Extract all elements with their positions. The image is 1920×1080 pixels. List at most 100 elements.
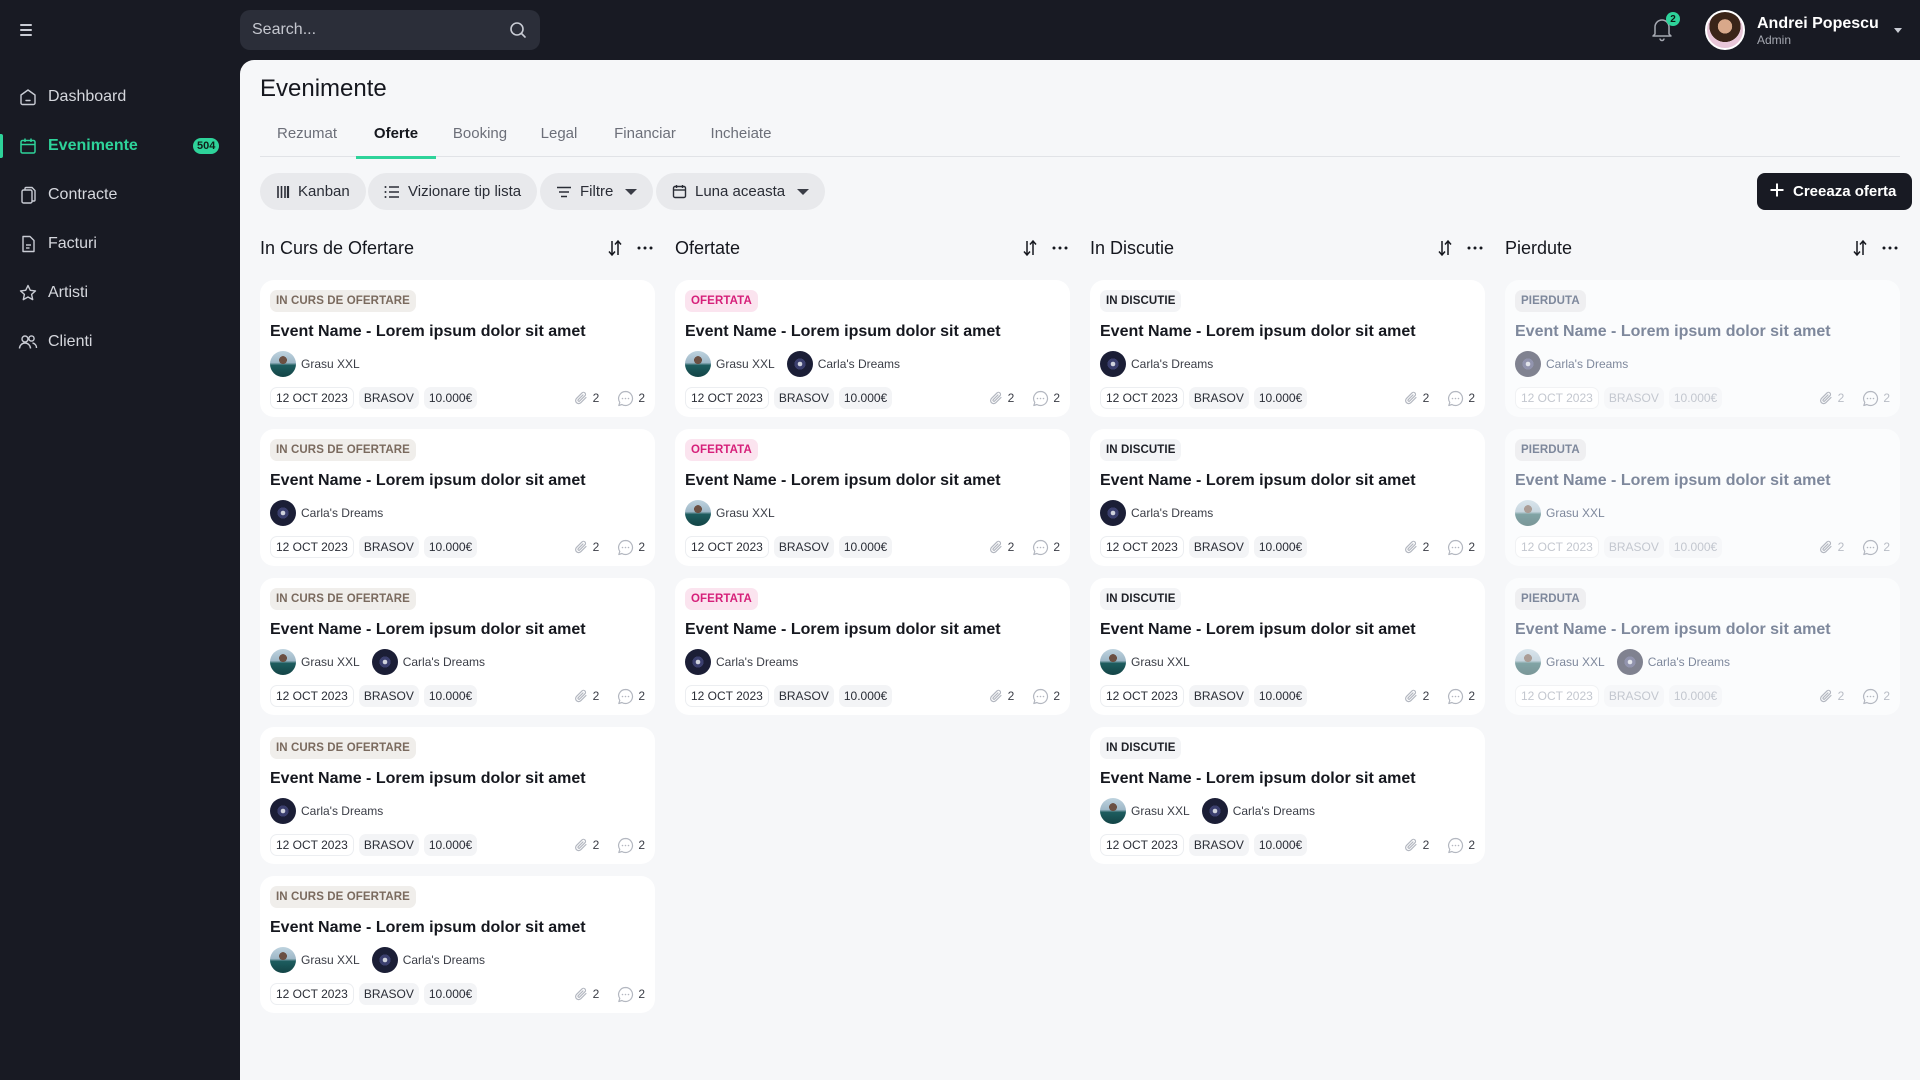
attachments-counter[interactable]: 2 <box>988 539 1014 555</box>
attachments-counter[interactable]: 2 <box>988 390 1014 406</box>
artist-name: Grasu XXL <box>1546 506 1605 520</box>
attachments-counter[interactable]: 2 <box>1403 688 1429 704</box>
event-card[interactable]: PIERDUTA Event Name - Lorem ipsum dolor s… <box>1505 429 1900 566</box>
artist-tag[interactable]: Carla's Dreams <box>371 947 485 973</box>
search-icon[interactable] <box>508 20 528 40</box>
artist-tag[interactable]: Carla's Dreams <box>1616 649 1730 675</box>
more-options-icon[interactable] <box>635 238 655 258</box>
sidebar-item-evenimente[interactable]: Evenimente 504 <box>0 126 240 166</box>
artist-tag[interactable]: Carla's Dreams <box>786 351 900 377</box>
event-card[interactable]: IN CURS DE OFERTARE Event Name - Lorem ip… <box>260 429 655 566</box>
date-chip: 12 OCT 2023 <box>270 536 354 558</box>
artist-tag[interactable]: Grasu XXL <box>270 351 360 377</box>
tab-financiar[interactable]: Financiar <box>596 120 694 157</box>
tab-oferte[interactable]: Oferte <box>356 120 436 159</box>
kanban-view-button[interactable]: Kanban <box>260 173 366 210</box>
attachments-counter[interactable]: 2 <box>1403 539 1429 555</box>
notifications-button[interactable]: 2 <box>1650 12 1680 44</box>
attachments-counter[interactable]: 2 <box>988 688 1014 704</box>
comments-counter[interactable]: 2 <box>1862 688 1890 705</box>
attachments-counter[interactable]: 2 <box>573 837 599 853</box>
event-card[interactable]: IN CURS DE OFERTARE Event Name - Lorem ip… <box>260 280 655 417</box>
create-offer-button[interactable]: Creeaza oferta <box>1757 173 1913 210</box>
artist-tag[interactable]: Grasu XXL <box>1100 798 1190 824</box>
chevron-down-icon[interactable] <box>1894 28 1902 33</box>
comments-counter[interactable]: 2 <box>1032 390 1060 407</box>
artist-tag[interactable]: Grasu XXL <box>270 649 360 675</box>
event-card[interactable]: OFERTATA Event Name - Lorem ipsum dolor s… <box>675 280 1070 417</box>
comments-counter[interactable]: 2 <box>1032 688 1060 705</box>
comments-counter[interactable]: 2 <box>617 688 645 705</box>
comments-counter[interactable]: 2 <box>1447 390 1475 407</box>
attachments-counter[interactable]: 2 <box>573 986 599 1002</box>
sidebar-item-clienti[interactable]: Clienti <box>0 322 240 362</box>
artist-tag[interactable]: Grasu XXL <box>685 351 775 377</box>
artist-tag[interactable]: Grasu XXL <box>270 947 360 973</box>
event-card[interactable]: PIERDUTA Event Name - Lorem ipsum dolor s… <box>1505 280 1900 417</box>
tab-incheiate[interactable]: Incheiate <box>696 120 786 157</box>
attachments-counter[interactable]: 2 <box>573 539 599 555</box>
sort-icon[interactable] <box>1435 238 1455 258</box>
artist-tag[interactable]: Grasu XXL <box>1515 649 1605 675</box>
attachments-counter[interactable]: 2 <box>1403 837 1429 853</box>
more-options-icon[interactable] <box>1880 238 1900 258</box>
tab-booking[interactable]: Booking <box>438 120 522 157</box>
event-card[interactable]: IN CURS DE OFERTARE Event Name - Lorem ip… <box>260 876 655 1013</box>
artist-tag[interactable]: Carla's Dreams <box>270 798 383 824</box>
artist-tag[interactable]: Carla's Dreams <box>1100 351 1213 377</box>
list-view-button[interactable]: Vizionare tip lista <box>368 173 538 210</box>
event-card[interactable]: PIERDUTA Event Name - Lorem ipsum dolor s… <box>1505 578 1900 715</box>
attachments-counter[interactable]: 2 <box>573 390 599 406</box>
filters-dropdown[interactable]: Filtre <box>540 173 654 210</box>
tab-legal[interactable]: Legal <box>524 120 594 157</box>
search-input[interactable] <box>252 21 508 39</box>
attachments-counter[interactable]: 2 <box>1818 688 1844 704</box>
comments-counter[interactable]: 2 <box>617 986 645 1003</box>
artist-tag[interactable]: Carla's Dreams <box>1100 500 1213 526</box>
hamburger-icon[interactable] <box>20 19 36 41</box>
artist-tag[interactable]: Carla's Dreams <box>270 500 383 526</box>
user-menu[interactable]: Andrei Popescu Admin <box>1705 10 1902 50</box>
artist-tag[interactable]: Carla's Dreams <box>1515 351 1628 377</box>
attachments-counter[interactable]: 2 <box>1818 390 1844 406</box>
sort-icon[interactable] <box>1850 238 1870 258</box>
comments-counter[interactable]: 2 <box>617 390 645 407</box>
comments-counter[interactable]: 2 <box>617 837 645 854</box>
sidebar-item-contracte[interactable]: Contracte <box>0 175 240 215</box>
comments-counter[interactable]: 2 <box>1032 539 1060 556</box>
more-options-icon[interactable] <box>1050 238 1070 258</box>
tab-rezumat[interactable]: Rezumat <box>260 120 354 157</box>
comments-counter[interactable]: 2 <box>1862 390 1890 407</box>
event-card[interactable]: IN DISCUTIE Event Name - Lorem ipsum dolo… <box>1090 429 1485 566</box>
artist-tag[interactable]: Carla's Dreams <box>685 649 798 675</box>
attachments-counter[interactable]: 2 <box>1403 390 1429 406</box>
sort-icon[interactable] <box>1020 238 1040 258</box>
artist-tag[interactable]: Grasu XXL <box>1100 649 1190 675</box>
event-card[interactable]: IN DISCUTIE Event Name - Lorem ipsum dolo… <box>1090 727 1485 864</box>
attachments-counter[interactable]: 2 <box>1818 539 1844 555</box>
comments-counter[interactable]: 2 <box>1447 837 1475 854</box>
comments-counter[interactable]: 2 <box>617 539 645 556</box>
comments-counter[interactable]: 2 <box>1447 688 1475 705</box>
event-title: Event Name - Lorem ipsum dolor sit amet <box>685 472 1001 489</box>
artist-tag[interactable]: Carla's Dreams <box>371 649 485 675</box>
comments-counter[interactable]: 2 <box>1447 539 1475 556</box>
more-options-icon[interactable] <box>1465 238 1485 258</box>
artist-tag[interactable]: Grasu XXL <box>685 500 775 526</box>
event-card[interactable]: IN DISCUTIE Event Name - Lorem ipsum dolo… <box>1090 578 1485 715</box>
sidebar-item-facturi[interactable]: Facturi <box>0 224 240 264</box>
sidebar-item-artisti[interactable]: Artisti <box>0 273 240 313</box>
search-box[interactable] <box>240 10 540 50</box>
sort-icon[interactable] <box>605 238 625 258</box>
comments-counter[interactable]: 2 <box>1862 539 1890 556</box>
artist-tag[interactable]: Carla's Dreams <box>1201 798 1315 824</box>
event-card[interactable]: OFERTATA Event Name - Lorem ipsum dolor s… <box>675 429 1070 566</box>
event-card[interactable]: OFERTATA Event Name - Lorem ipsum dolor s… <box>675 578 1070 715</box>
event-card[interactable]: IN CURS DE OFERTARE Event Name - Lorem ip… <box>260 578 655 715</box>
attachments-counter[interactable]: 2 <box>573 688 599 704</box>
period-dropdown[interactable]: Luna aceasta <box>656 173 826 210</box>
artist-tag[interactable]: Grasu XXL <box>1515 500 1605 526</box>
event-card[interactable]: IN DISCUTIE Event Name - Lorem ipsum dolo… <box>1090 280 1485 417</box>
event-card[interactable]: IN CURS DE OFERTARE Event Name - Lorem ip… <box>260 727 655 864</box>
sidebar-item-dashboard[interactable]: Dashboard <box>0 77 240 117</box>
